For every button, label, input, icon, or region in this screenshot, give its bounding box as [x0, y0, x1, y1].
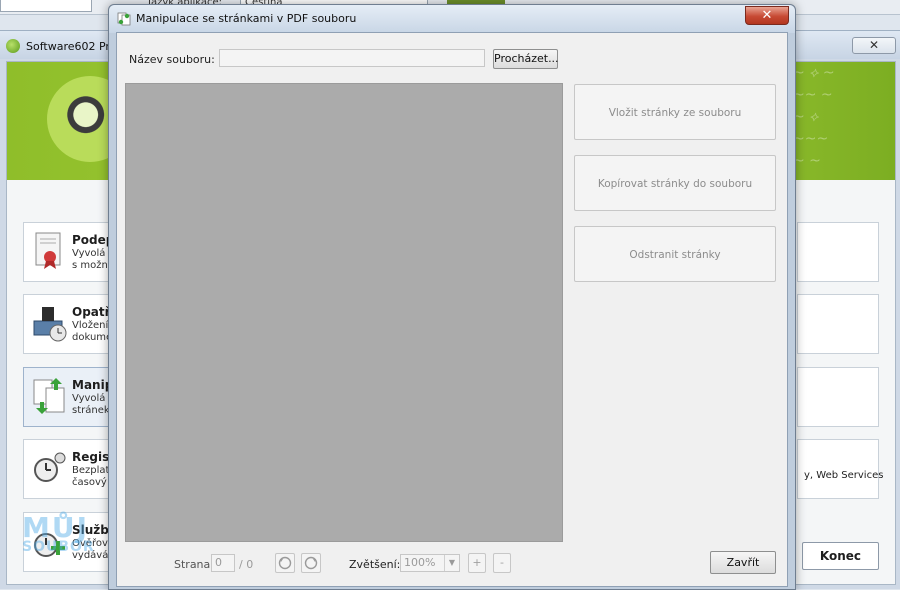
dialog-client-area: Název souboru: Procházet... Vložit strán…	[116, 32, 788, 587]
zoom-select[interactable]: 100% ▼	[400, 554, 460, 572]
page-total: / 0	[239, 558, 254, 571]
card-desc-line: Vložení	[72, 320, 109, 331]
page-manipulation-dialog: Manipulace se stránkami v PDF souboru ✕ …	[108, 4, 796, 590]
zoom-value: 100%	[404, 556, 436, 569]
banner-decoration: ~ ⟡ ~ ~~ ~ ~ ⟡ ~~~ ~ ~	[793, 65, 835, 169]
stamp-clock-icon	[33, 307, 67, 342]
card-desc: Vložení dokume	[72, 320, 112, 344]
background-close-button[interactable]: ✕	[852, 37, 896, 54]
close-button[interactable]: Zavřít	[710, 551, 776, 574]
web-services-label: Web Services	[816, 470, 884, 481]
certificate-icon	[35, 232, 61, 269]
background-combo-left[interactable]	[0, 0, 92, 12]
dialog-close-button[interactable]: ✕	[745, 6, 789, 25]
watermark-bottom: SOUBOR	[22, 539, 95, 555]
clock-key-icon	[34, 452, 66, 482]
right-card-2[interactable]	[797, 294, 879, 354]
zoom-out-button[interactable]: -	[493, 553, 511, 573]
rotate-right-button[interactable]	[301, 553, 321, 573]
right-card-1[interactable]	[797, 222, 879, 282]
file-name-input[interactable]	[219, 49, 485, 67]
right-card-4[interactable]: y, Web Services	[797, 439, 883, 499]
pages-arrows-icon	[33, 378, 65, 414]
browse-button[interactable]: Procházet...	[493, 49, 559, 69]
card-desc-line: stránek	[72, 405, 110, 416]
copy-pages-button[interactable]: Kopírovat stránky do souboru	[574, 155, 776, 211]
rotate-left-button[interactable]	[275, 553, 295, 573]
card-desc-line: časový	[72, 477, 107, 488]
watermark-logo: MŮJ SOUBOR	[22, 514, 95, 555]
page-label: Strana:	[174, 558, 214, 571]
konec-button[interactable]: Konec	[802, 542, 879, 570]
zoom-label: Zvětšení:	[349, 558, 401, 571]
right-card-prefix: y,	[804, 470, 814, 481]
rotate-right-icon	[304, 556, 318, 570]
software602-logo-icon	[6, 39, 20, 53]
card-desc-line: dokume	[72, 332, 113, 343]
insert-pages-button[interactable]: Vložit stránky ze souboru	[574, 84, 776, 140]
delete-pages-button[interactable]: Odstranit stránky	[574, 226, 776, 282]
rotate-left-icon	[278, 556, 292, 570]
right-card-3[interactable]	[797, 367, 879, 427]
dialog-title: Manipulace se stránkami v PDF souboru	[136, 12, 357, 25]
right-card-text: y, Web Services	[804, 470, 883, 481]
page-number-input[interactable]: 0	[211, 554, 235, 572]
chevron-down-icon: ▼	[444, 555, 459, 571]
dialog-app-icon	[117, 12, 131, 26]
page-preview-area[interactable]	[125, 83, 563, 542]
file-name-label: Název souboru:	[129, 53, 215, 66]
zoom-in-button[interactable]: +	[468, 553, 486, 573]
dialog-titlebar[interactable]: Manipulace se stránkami v PDF souboru ✕	[109, 5, 795, 33]
